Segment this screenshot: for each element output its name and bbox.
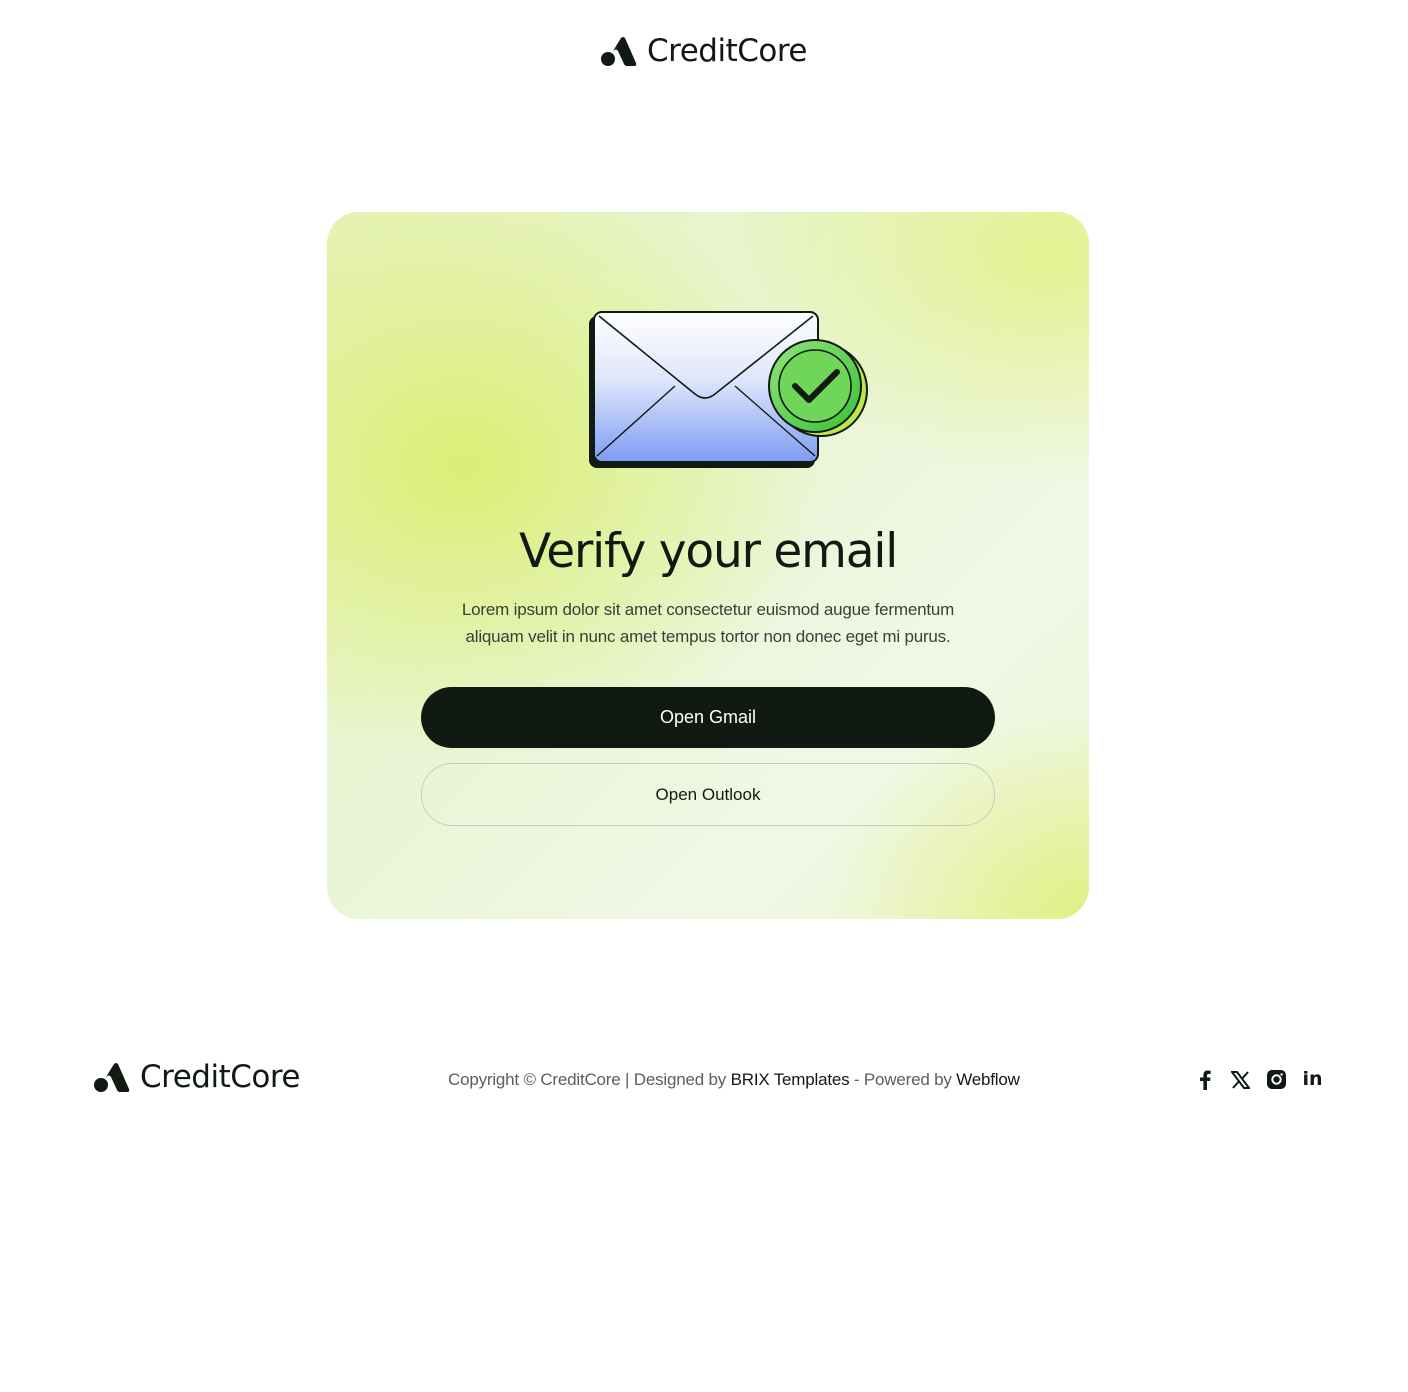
linkedin-text: in bbox=[1302, 1068, 1323, 1090]
copyright-text: Copyright © CreditCore | Designed by bbox=[448, 1070, 731, 1089]
footer-copyright: Copyright © CreditCore | Designed by BRI… bbox=[448, 1070, 1020, 1090]
powered-by-text: - Powered by bbox=[849, 1070, 957, 1089]
open-gmail-button[interactable]: Open Gmail bbox=[421, 687, 995, 748]
designer-link[interactable]: BRIX Templates bbox=[731, 1070, 850, 1089]
creditcore-logo-icon bbox=[94, 1062, 130, 1092]
footer-logo[interactable]: CreditCore bbox=[94, 1062, 300, 1093]
envelope-with-checkmark-icon bbox=[589, 311, 868, 468]
card-description: Lorem ipsum dolor sit amet consectetur e… bbox=[461, 600, 955, 646]
facebook-icon[interactable] bbox=[1194, 1069, 1215, 1090]
header-logo[interactable]: CreditCore bbox=[0, 36, 1408, 67]
x-twitter-icon[interactable] bbox=[1230, 1069, 1251, 1090]
platform-link[interactable]: Webflow bbox=[956, 1070, 1020, 1089]
social-links: in bbox=[1194, 1069, 1323, 1090]
brand-name: CreditCore bbox=[647, 33, 807, 69]
page-title: Verify your email bbox=[518, 524, 898, 579]
instagram-icon[interactable] bbox=[1266, 1069, 1287, 1090]
creditcore-logo-icon bbox=[601, 36, 637, 66]
verify-email-card: Verify your email Lorem ipsum dolor sit … bbox=[327, 212, 1089, 919]
footer-brand-name: CreditCore bbox=[140, 1059, 300, 1095]
linkedin-icon[interactable]: in bbox=[1302, 1069, 1323, 1090]
open-outlook-button[interactable]: Open Outlook bbox=[421, 763, 995, 826]
